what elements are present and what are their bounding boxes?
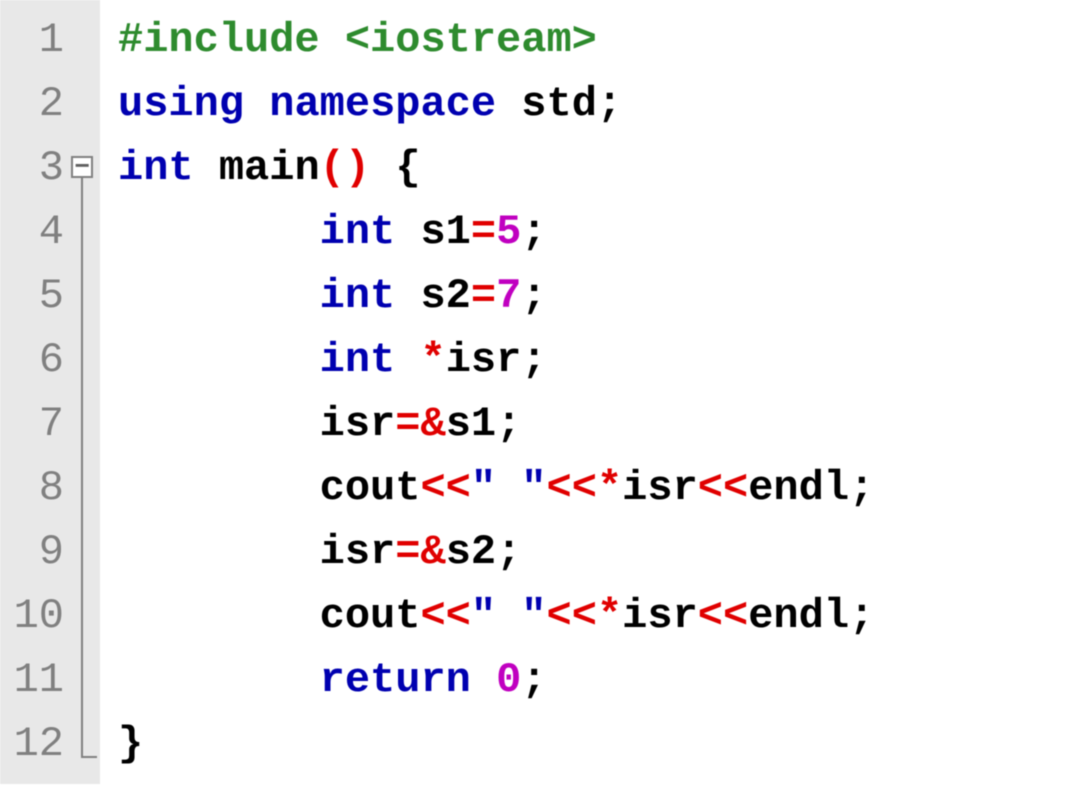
semicolon: ; (521, 272, 546, 320)
code-line[interactable]: return 0; (118, 648, 1054, 712)
operator: << (698, 464, 748, 512)
code-line[interactable]: isr=&s2; (118, 520, 1054, 584)
type: int (320, 336, 396, 384)
address-of: & (420, 400, 445, 448)
address-of: & (420, 528, 445, 576)
brace: { (395, 144, 420, 192)
pointer-star: * (420, 336, 445, 384)
identifier: s1 (395, 208, 471, 256)
operator: << (420, 592, 470, 640)
indent (118, 400, 320, 448)
code-editor[interactable]: #include <iostream> using namespace std;… (100, 0, 1066, 784)
string: " " (471, 464, 547, 512)
identifier: isr (446, 336, 522, 384)
fold-guide-line (81, 178, 83, 758)
code-line[interactable]: int *isr; (118, 328, 1054, 392)
line-number: 3 (12, 136, 64, 200)
number: 5 (496, 208, 521, 256)
line-number: 9 (12, 520, 64, 584)
space (395, 336, 420, 384)
paren: ( (320, 144, 345, 192)
line-number: 4 (12, 200, 64, 264)
identifier: cout (320, 592, 421, 640)
operator: << (547, 464, 597, 512)
string: " " (471, 592, 547, 640)
identifier: s1 (446, 400, 496, 448)
operator: << (547, 592, 597, 640)
function-name: main (194, 144, 320, 192)
keyword: return (320, 656, 471, 704)
code-line[interactable]: using namespace std; (118, 72, 1054, 136)
operator: = (395, 400, 420, 448)
code-line[interactable]: #include <iostream> (118, 8, 1054, 72)
semicolon: ; (597, 80, 622, 128)
space (370, 144, 395, 192)
line-number: 8 (12, 456, 64, 520)
semicolon: ; (496, 528, 521, 576)
number: 7 (496, 272, 521, 320)
line-number: 10 (12, 584, 64, 648)
type: int (118, 144, 194, 192)
indent (118, 528, 320, 576)
identifier: isr (622, 592, 698, 640)
identifier: s2 (395, 272, 471, 320)
indent (118, 208, 320, 256)
line-number: 7 (12, 392, 64, 456)
line-number-gutter: 1 2 3 4 5 6 7 8 9 10 11 12 (0, 0, 70, 784)
line-number: 1 (12, 8, 64, 72)
identifier: isr (622, 464, 698, 512)
code-line[interactable]: int s2=7; (118, 264, 1054, 328)
paren: ) (345, 144, 370, 192)
line-number: 2 (12, 72, 64, 136)
identifier: isr (320, 528, 396, 576)
brace: } (118, 720, 143, 768)
identifier: isr (320, 400, 396, 448)
semicolon: ; (496, 400, 521, 448)
space (471, 656, 496, 704)
code-line[interactable]: int s1=5; (118, 200, 1054, 264)
line-number: 5 (12, 264, 64, 328)
line-number: 6 (12, 328, 64, 392)
preprocessor: #include <iostream> (118, 16, 597, 64)
identifier: cout (320, 464, 421, 512)
code-line[interactable]: int main() { (118, 136, 1054, 200)
semicolon: ; (521, 336, 546, 384)
operator: << (420, 464, 470, 512)
fold-column: − (70, 0, 100, 784)
operator: = (471, 272, 496, 320)
operator: << (698, 592, 748, 640)
type: int (320, 208, 396, 256)
indent (118, 336, 320, 384)
semicolon: ; (849, 464, 874, 512)
dereference-star: * (597, 464, 622, 512)
line-number: 12 (12, 712, 64, 776)
code-line[interactable]: cout<<" "<<*isr<<endl; (118, 584, 1054, 648)
code-line[interactable]: cout<<" "<<*isr<<endl; (118, 456, 1054, 520)
keyword: using (118, 80, 244, 128)
indent (118, 464, 320, 512)
code-line[interactable]: } (118, 712, 1054, 776)
identifier: endl (748, 464, 849, 512)
line-number: 11 (12, 648, 64, 712)
semicolon: ; (521, 656, 546, 704)
identifier: endl (748, 592, 849, 640)
fold-guide-end (81, 756, 97, 758)
indent (118, 656, 320, 704)
type: int (320, 272, 396, 320)
keyword: namespace (269, 80, 496, 128)
number: 0 (496, 656, 521, 704)
identifier: std (496, 80, 597, 128)
identifier: s2 (446, 528, 496, 576)
operator: = (395, 528, 420, 576)
semicolon: ; (521, 208, 546, 256)
fold-toggle-icon[interactable]: − (71, 156, 93, 178)
code-line[interactable]: isr=&s1; (118, 392, 1054, 456)
indent (118, 592, 320, 640)
dereference-star: * (597, 592, 622, 640)
operator: = (471, 208, 496, 256)
semicolon: ; (849, 592, 874, 640)
indent (118, 272, 320, 320)
